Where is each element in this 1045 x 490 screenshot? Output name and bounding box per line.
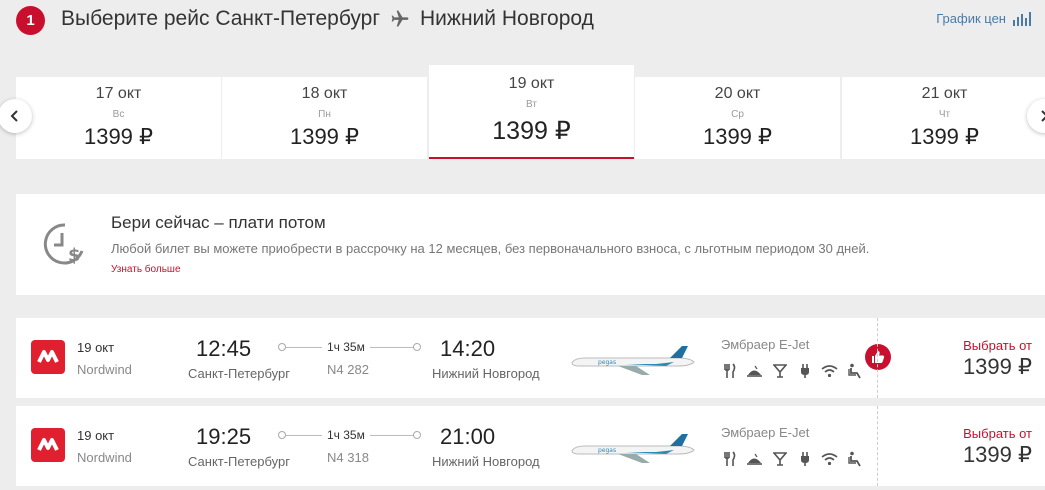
origin-city: Санкт-Петербург	[215, 7, 381, 30]
page-title: Выберите рейс Санкт-Петербург Нижний Нов…	[61, 7, 594, 31]
date-price: 1399 ₽	[702, 124, 773, 149]
airplane-icon	[391, 10, 409, 27]
wifi-icon	[821, 362, 838, 379]
svg-text:$: $	[68, 245, 81, 266]
airline-name: Nordwind	[77, 450, 132, 465]
meal-icon	[746, 362, 763, 379]
flight-number: N4 282	[327, 362, 369, 377]
date-price: 1399 ₽	[909, 124, 980, 149]
arrival-city: Нижний Новгород	[432, 454, 540, 469]
chevron-right-icon	[1041, 110, 1045, 122]
flight-price: 1399 ₽	[962, 442, 1032, 467]
weekday-label: Ср	[731, 109, 744, 120]
departure-city: Санкт-Петербург	[188, 366, 290, 381]
power-plug-icon	[796, 362, 813, 379]
aircraft-name: Эмбраер E-Jet	[721, 337, 810, 352]
date-price: 1399 ₽	[83, 124, 154, 149]
price-chart-label: График цен	[936, 11, 1006, 26]
seat-icon	[846, 362, 863, 379]
arrival-time: 21:00	[440, 424, 496, 449]
date-label: 17 окт	[95, 85, 142, 102]
departure-time: 12:45	[196, 336, 252, 361]
destination-city: Нижний Новгород	[420, 7, 594, 30]
wifi-icon	[821, 450, 838, 467]
flight-price: 1399 ₽	[962, 354, 1032, 379]
cutlery-icon	[721, 362, 738, 379]
select-from-label: Выбрать от	[963, 338, 1032, 353]
date-price: 1399 ₽	[289, 124, 360, 149]
seat-icon	[846, 450, 863, 467]
learn-more-link[interactable]: Узнать больше	[111, 264, 181, 275]
date-card-20[interactable]: 20 окт Ср 1399 ₽	[635, 77, 840, 159]
date-label: 18 окт	[301, 85, 348, 102]
flight-duration: 1ч 35м	[322, 428, 370, 442]
installment-promo: $ Бери сейчас – плати потом Любой билет …	[16, 194, 1045, 295]
weekday-label: Чт	[938, 109, 951, 120]
date-card-17[interactable]: 17 окт Вс 1399 ₽	[16, 77, 221, 159]
date-card-19-selected[interactable]: 19 окт Вт 1399 ₽	[429, 65, 634, 159]
cutlery-icon	[721, 450, 738, 467]
weekday-label: Пн	[318, 109, 331, 120]
select-from-label: Выбрать от	[963, 426, 1032, 441]
departure-city: Санкт-Петербург	[188, 454, 290, 469]
aircraft-name: Эмбраер E-Jet	[721, 425, 810, 440]
flight-duration: 1ч 35м	[322, 340, 370, 354]
weekday-label: Вс	[112, 109, 125, 120]
svg-text:pegas: pegas	[598, 359, 616, 366]
power-plug-icon	[796, 450, 813, 467]
nordwind-logo	[31, 428, 65, 462]
arrival-time: 14:20	[440, 336, 496, 361]
amenities	[721, 362, 863, 379]
date-label: 21 окт	[921, 85, 968, 102]
date-price: 1399 ₽	[492, 117, 571, 145]
drinks-icon	[771, 362, 788, 379]
date-strip: 17 окт Вс 1399 ₽ 18 окт Пн 1399 ₽ 19 окт…	[16, 65, 1045, 159]
aircraft-image: pegas	[571, 434, 695, 463]
departure-time: 19:25	[196, 424, 252, 449]
flight-number: N4 318	[327, 450, 369, 465]
date-label: 19 окт	[508, 75, 555, 92]
airline-name: Nordwind	[77, 362, 132, 377]
flight-date: 19 окт	[77, 428, 115, 443]
nordwind-logo	[31, 340, 65, 374]
meal-icon	[746, 450, 763, 467]
step-badge: 1	[16, 6, 45, 35]
clock-dollar-icon: $	[43, 223, 84, 266]
weekday-label: Вт	[526, 99, 537, 110]
title-prefix: Выберите рейс	[61, 7, 210, 30]
promo-text: Любой билет вы можете приобрести в расср…	[111, 241, 870, 256]
flight-row: 19 окт Nordwind 19:25 Санкт-Петербург 1ч…	[16, 406, 1045, 486]
arrival-city: Нижний Новгород	[432, 366, 540, 381]
svg-text:pegas: pegas	[598, 447, 616, 454]
date-label: 20 окт	[714, 85, 761, 102]
promo-title: Бери сейчас – плати потом	[111, 213, 326, 232]
drinks-icon	[771, 450, 788, 467]
bar-chart-icon	[1013, 11, 1031, 26]
price-chart-link[interactable]: График цен	[936, 11, 1031, 26]
page-header: 1 Выберите рейс Санкт-Петербург Нижний Н…	[0, 0, 1045, 42]
flight-date: 19 окт	[77, 340, 115, 355]
aircraft-image: pegas	[571, 346, 695, 375]
amenities	[721, 450, 863, 467]
chevron-left-icon	[10, 110, 18, 122]
flight-row: 19 окт Nordwind 12:45 Санкт-Петербург 1ч…	[16, 318, 1045, 398]
date-card-18[interactable]: 18 окт Пн 1399 ₽	[222, 77, 427, 159]
date-card-21[interactable]: 21 окт Чт 1399 ₽	[842, 77, 1045, 159]
